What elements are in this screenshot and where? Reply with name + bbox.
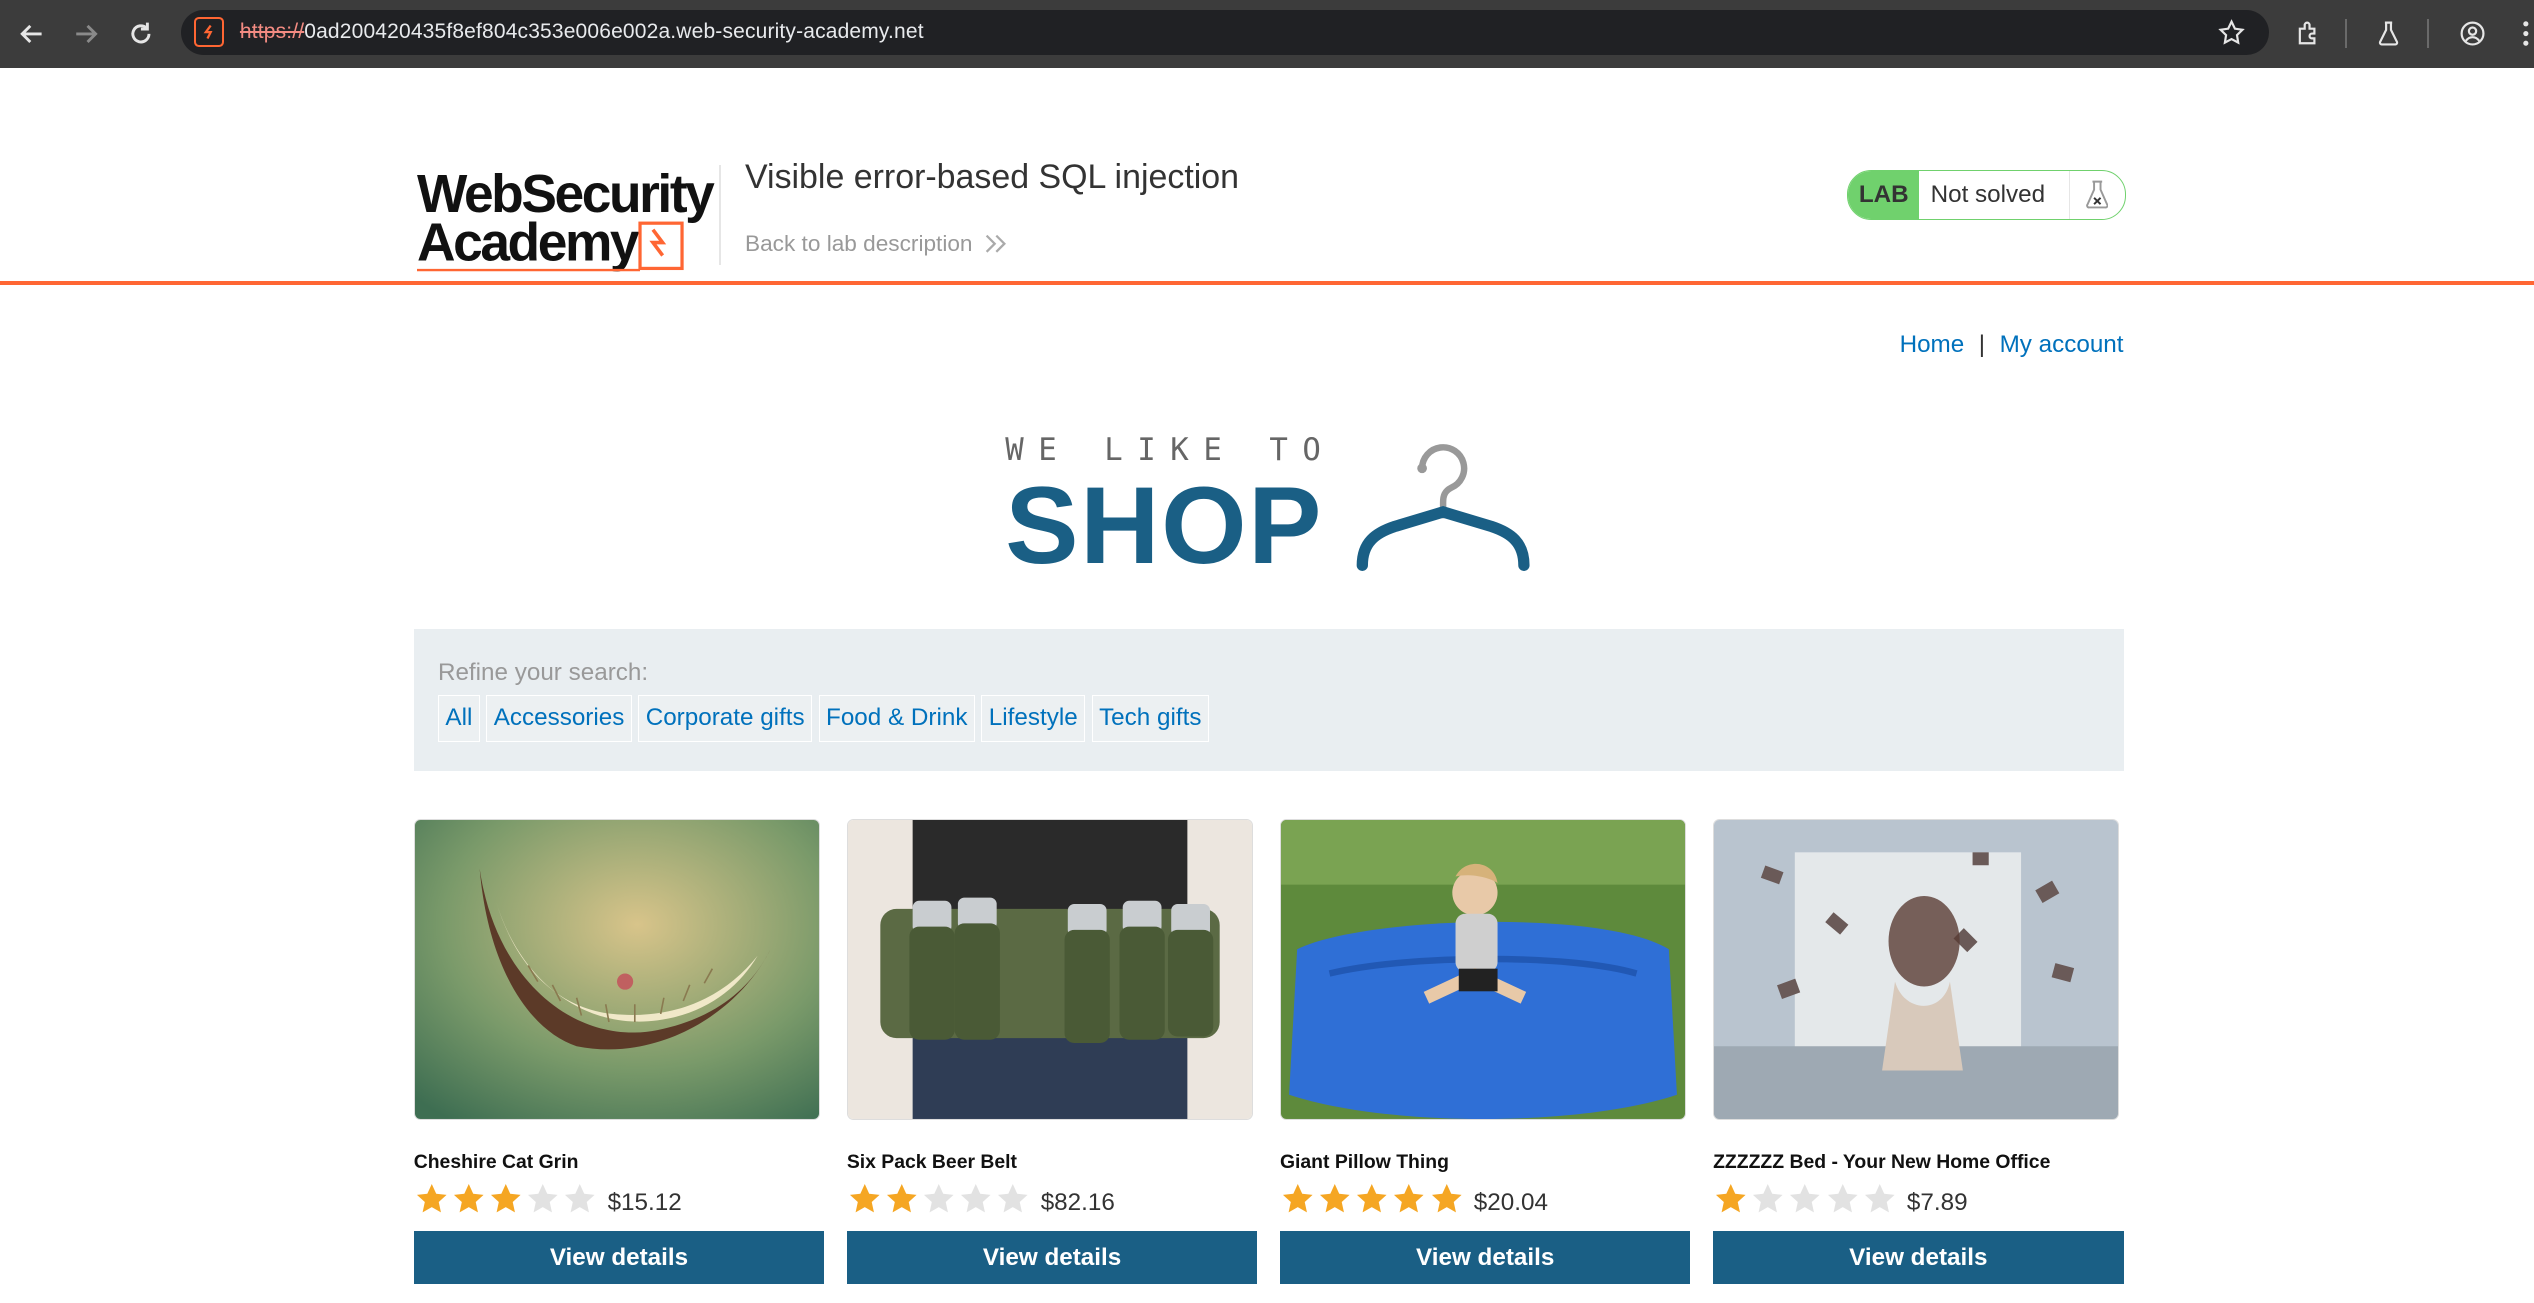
- site-nav: Home | My account: [1900, 331, 2124, 359]
- star-empty-icon: [998, 1183, 1029, 1213]
- address-bar[interactable]: https://0ad200420435f8ef804c353e006e002a…: [181, 9, 2269, 55]
- filter-tech-gifts[interactable]: Tech gifts: [1091, 694, 1209, 743]
- shop-title: SHOP: [1005, 464, 1324, 587]
- filter-all[interactable]: All: [437, 694, 480, 743]
- product-image: [846, 819, 1253, 1121]
- back-to-lab-description-link[interactable]: Back to lab description: [745, 231, 1008, 257]
- star-filled-icon: [886, 1183, 917, 1213]
- shop-tagline: WE LIKE TO: [1005, 433, 1336, 469]
- lab-header: WebSecurity Academy Visible error-based …: [0, 68, 2534, 286]
- star-empty-icon: [528, 1183, 558, 1213]
- header-divider: [719, 164, 721, 266]
- product-price: $20.04: [1473, 1188, 1548, 1216]
- star-rating: [1713, 1181, 1897, 1217]
- lab-title: Visible error-based SQL injection: [745, 158, 1240, 197]
- star-empty-icon: [1864, 1183, 1895, 1213]
- site-icon[interactable]: [193, 17, 224, 48]
- star-filled-icon: [1357, 1183, 1387, 1213]
- filter-accessories[interactable]: Accessories: [486, 694, 632, 743]
- extensions-icon[interactable]: [2292, 16, 2328, 52]
- url-text[interactable]: https://0ad200420435f8ef804c353e006e002a…: [240, 20, 924, 44]
- flask-icon: [2070, 171, 2125, 219]
- nav-separator: |: [1978, 331, 1986, 359]
- product-card: Giant Pillow Thing $20.04 View details: [1279, 819, 1691, 1285]
- back-link-label[interactable]: Back to lab description: [745, 231, 972, 257]
- reload-icon[interactable]: [123, 16, 159, 52]
- product-card: Six Pack Beer Belt $82.16 View details: [846, 819, 1258, 1285]
- filter-label: Refine your search:: [437, 659, 649, 687]
- star-empty-icon: [1827, 1183, 1858, 1213]
- view-details-button[interactable]: View details: [1713, 1231, 2124, 1285]
- toolbar-divider: [2427, 19, 2429, 49]
- star-filled-icon: [490, 1183, 521, 1213]
- star-empty-icon: [924, 1183, 954, 1213]
- lab-status-text: Not solved: [1919, 170, 2070, 220]
- star-empty-icon: [961, 1183, 991, 1213]
- toolbar-divider: [2344, 19, 2347, 49]
- chevrons-right-icon: [986, 235, 1007, 253]
- web-security-academy-logo[interactable]: WebSecurity Academy: [417, 165, 718, 285]
- back-icon[interactable]: [15, 16, 51, 52]
- forward-icon[interactable]: [68, 16, 104, 52]
- category-filter: Refine your search: All Accessories Corp…: [413, 628, 2124, 771]
- product-image: [1713, 819, 2120, 1121]
- my-account-link[interactable]: My account: [2000, 331, 2124, 358]
- filter-lifestyle[interactable]: Lifestyle: [981, 694, 1086, 743]
- browser-toolbar: https://0ad200420435f8ef804c353e006e002a…: [0, 0, 2534, 68]
- view-details-button[interactable]: View details: [846, 1231, 1258, 1285]
- star-rating: [414, 1181, 598, 1217]
- star-filled-icon: [1282, 1183, 1313, 1213]
- product-card: Cheshire Cat Grin $15.12 View details: [413, 819, 825, 1285]
- star-empty-icon: [1753, 1183, 1783, 1213]
- menu-icon[interactable]: [2508, 16, 2534, 52]
- star-filled-icon: [1320, 1183, 1350, 1213]
- filter-corporate-gifts[interactable]: Corporate gifts: [638, 694, 813, 743]
- star-filled-icon: [1716, 1183, 1746, 1213]
- product-price: $15.12: [607, 1188, 682, 1216]
- star-rating: [847, 1181, 1031, 1217]
- filter-food-drink[interactable]: Food & Drink: [818, 694, 975, 743]
- lab-status-widget: LAB Not solved: [1847, 169, 2126, 221]
- star-filled-icon: [453, 1183, 484, 1213]
- shop-banner: WE LIKE TO SHOP: [1005, 433, 1336, 587]
- home-link[interactable]: Home: [1900, 331, 1965, 358]
- lab-badge: LAB: [1848, 170, 1920, 220]
- profile-icon[interactable]: [2455, 16, 2491, 52]
- star-filled-icon: [1394, 1183, 1424, 1213]
- hanger-icon: [1356, 444, 1530, 572]
- product-name: Cheshire Cat Grin: [413, 1151, 579, 1174]
- view-details-button[interactable]: View details: [413, 1231, 825, 1285]
- product-name: Giant Pillow Thing: [1279, 1151, 1449, 1174]
- star-empty-icon: [1790, 1183, 1820, 1213]
- product-price: $7.89: [1906, 1188, 1968, 1216]
- star-filled-icon: [416, 1183, 447, 1213]
- product-name: Six Pack Beer Belt: [846, 1151, 1017, 1174]
- bookmark-star-icon[interactable]: [2217, 18, 2246, 54]
- view-details-button[interactable]: View details: [1279, 1231, 1691, 1285]
- product-image: [1279, 819, 1686, 1121]
- labs-icon[interactable]: [2371, 16, 2407, 52]
- star-filled-icon: [1431, 1183, 1462, 1213]
- product-image: [413, 819, 820, 1121]
- star-empty-icon: [565, 1183, 595, 1213]
- product-price: $82.16: [1040, 1188, 1115, 1216]
- logo-line2: Academy: [417, 213, 640, 272]
- product-name: ZZZZZZ Bed - Your New Home Office: [1713, 1151, 2051, 1174]
- star-filled-icon: [849, 1183, 880, 1213]
- star-rating: [1280, 1181, 1464, 1217]
- product-card: ZZZZZZ Bed - Your New Home Office $7.89 …: [1713, 819, 2124, 1285]
